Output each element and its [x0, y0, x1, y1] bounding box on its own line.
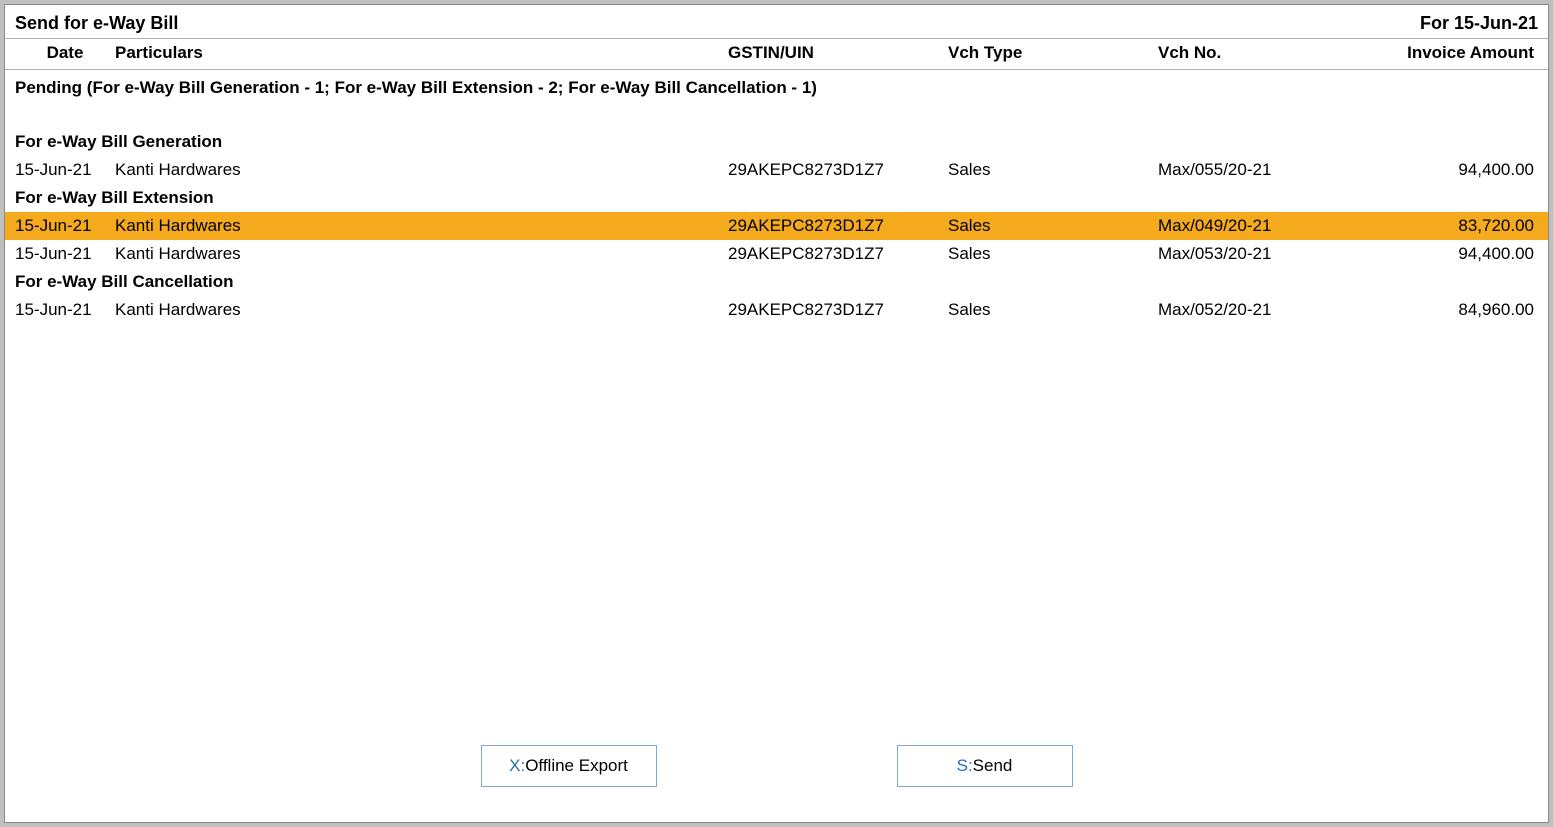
col-header-gstin: GSTIN/UIN [728, 43, 948, 63]
footer-actions: X:Offline Export S:Send [5, 725, 1548, 822]
send-label: Send [973, 756, 1013, 775]
cell-vchno: Max/049/20-21 [1158, 214, 1368, 238]
cell-gstin: 29AKEPC8273D1Z7 [728, 242, 948, 266]
col-header-vchtype: Vch Type [948, 43, 1158, 63]
col-header-vchno: Vch No. [1158, 43, 1368, 63]
section-title: For e-Way Bill Extension [5, 184, 1548, 212]
offline-export-key: X: [509, 756, 525, 775]
cell-gstin: 29AKEPC8273D1Z7 [728, 214, 948, 238]
page-date: For 15-Jun-21 [1420, 13, 1538, 34]
table-row[interactable]: 15-Jun-21Kanti Hardwares29AKEPC8273D1Z7S… [5, 296, 1548, 324]
pending-summary: Pending (For e-Way Bill Generation - 1; … [5, 76, 1548, 128]
col-header-date: Date [15, 43, 115, 63]
send-button[interactable]: S:Send [897, 745, 1073, 787]
col-header-particulars: Particulars [115, 43, 728, 63]
cell-date: 15-Jun-21 [15, 242, 115, 266]
page-title: Send for e-Way Bill [15, 13, 178, 34]
eway-bill-window: Send for e-Way Bill For 15-Jun-21 Date P… [4, 4, 1549, 823]
section-title: For e-Way Bill Generation [5, 128, 1548, 156]
col-header-amount: Invoice Amount [1368, 43, 1538, 63]
column-headers: Date Particulars GSTIN/UIN Vch Type Vch … [5, 38, 1548, 70]
table-row[interactable]: 15-Jun-21Kanti Hardwares29AKEPC8273D1Z7S… [5, 156, 1548, 184]
cell-particulars: Kanti Hardwares [115, 214, 728, 238]
cell-vchno: Max/052/20-21 [1158, 298, 1368, 322]
cell-date: 15-Jun-21 [15, 214, 115, 238]
cell-gstin: 29AKEPC8273D1Z7 [728, 298, 948, 322]
cell-vchtype: Sales [948, 214, 1158, 238]
cell-particulars: Kanti Hardwares [115, 242, 728, 266]
cell-vchtype: Sales [948, 158, 1158, 182]
cell-particulars: Kanti Hardwares [115, 298, 728, 322]
cell-vchtype: Sales [948, 242, 1158, 266]
table-row[interactable]: 15-Jun-21Kanti Hardwares29AKEPC8273D1Z7S… [5, 240, 1548, 268]
offline-export-label: Offline Export [525, 756, 628, 775]
cell-vchtype: Sales [948, 298, 1158, 322]
cell-amount: 94,400.00 [1368, 242, 1538, 266]
cell-vchno: Max/053/20-21 [1158, 242, 1368, 266]
cell-amount: 83,720.00 [1368, 214, 1538, 238]
offline-export-button[interactable]: X:Offline Export [481, 745, 657, 787]
cell-amount: 84,960.00 [1368, 298, 1538, 322]
cell-vchno: Max/055/20-21 [1158, 158, 1368, 182]
table-row[interactable]: 15-Jun-21Kanti Hardwares29AKEPC8273D1Z7S… [5, 212, 1548, 240]
cell-amount: 94,400.00 [1368, 158, 1538, 182]
section-title: For e-Way Bill Cancellation [5, 268, 1548, 296]
cell-date: 15-Jun-21 [15, 158, 115, 182]
window-header: Send for e-Way Bill For 15-Jun-21 [5, 5, 1548, 38]
cell-particulars: Kanti Hardwares [115, 158, 728, 182]
cell-gstin: 29AKEPC8273D1Z7 [728, 158, 948, 182]
send-key: S: [957, 756, 973, 775]
body-area: Pending (For e-Way Bill Generation - 1; … [5, 70, 1548, 725]
cell-date: 15-Jun-21 [15, 298, 115, 322]
